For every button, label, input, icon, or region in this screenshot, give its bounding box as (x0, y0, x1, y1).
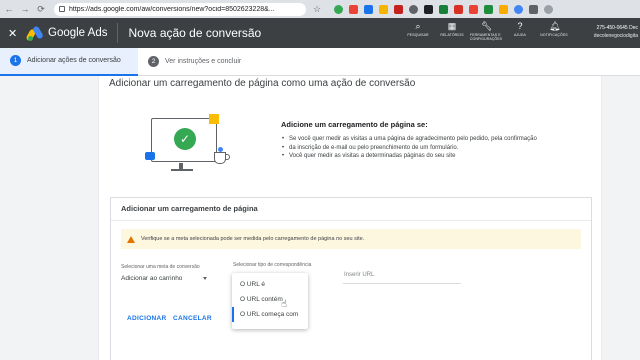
extension-icon[interactable] (439, 4, 448, 14)
help-icon: ? (517, 21, 523, 31)
cancel-button[interactable]: CANCELAR (173, 315, 212, 322)
help-tool[interactable]: ? AJUDA (508, 21, 532, 41)
extension-icon[interactable] (499, 4, 508, 14)
info-block: Adicione um carregamento de página se: S… (281, 120, 581, 161)
avatar[interactable] (544, 4, 553, 14)
account-switcher[interactable]: 275-450-0645 Dec decolenegociodigita (570, 25, 638, 39)
address-bar[interactable]: https://ads.google.com/aw/conversions/ne… (54, 2, 306, 16)
card-title: Adicionar um carregamento de página (121, 204, 258, 213)
step-number: 2 (148, 56, 159, 67)
match-type-label: Selecionar tipo de correspondência (233, 262, 312, 268)
divider (111, 220, 591, 221)
header-tools: ⌕ PESQUISAR ▦ RELATÓRIOS 🔧︎ FERRAMENTAS … (406, 21, 567, 41)
hand-cursor-icon: ☝︎ (281, 299, 288, 310)
extension-icon[interactable] (454, 4, 463, 14)
warning-icon (127, 235, 135, 243)
goal-label: Selecionar uma meta de conversão (121, 264, 200, 270)
monitor-icon: ✓ (151, 118, 217, 162)
account-email: decolenegociodigita (593, 33, 638, 39)
extension-icon[interactable] (379, 4, 388, 14)
browser-toolbar: ← → ⟳ https://ads.google.com/aw/conversi… (0, 0, 640, 18)
extension-icon[interactable] (349, 4, 358, 14)
account-id: 275-450-0645 Dec (596, 25, 638, 31)
warning-text: Verifique se a meta selecionada pode ser… (141, 236, 365, 242)
extension-icon[interactable] (409, 4, 418, 14)
lock-icon (59, 6, 65, 12)
extension-icon[interactable] (484, 4, 493, 14)
reports-icon: ▦ (447, 21, 457, 31)
chat-icon (145, 152, 155, 160)
arrow-right-icon[interactable]: → (20, 4, 30, 14)
search-tool[interactable]: ⌕ PESQUISAR (406, 21, 430, 41)
check-icon: ✓ (174, 128, 196, 150)
bell-icon: 🔔︎ (549, 21, 561, 31)
close-icon[interactable]: ✕ (8, 27, 26, 40)
page-load-illustration: ✓ (145, 114, 235, 204)
arrow-left-icon[interactable]: ← (4, 4, 14, 14)
extension-icon[interactable] (364, 4, 373, 14)
info-item: da inscrição de e-mail ou pelo preenchim… (281, 144, 581, 153)
step-label: Ver instruções e concluir (165, 58, 242, 65)
add-button[interactable]: ADICIONAR (127, 315, 167, 322)
wrench-icon: 🔧︎ (481, 21, 493, 31)
goal-value: Adicionar ao carrinho (121, 274, 183, 282)
app-name: Google Ads (48, 27, 108, 39)
bookmark-star-icon[interactable]: ☆ (312, 4, 322, 14)
page-load-card: Adicionar um carregamento de página Veri… (110, 197, 592, 360)
reports-tool[interactable]: ▦ RELATÓRIOS (440, 21, 464, 41)
reload-icon[interactable]: ⟳ (36, 4, 46, 14)
option-url-contains[interactable]: O URL contém (232, 292, 308, 307)
ads-header: ✕ Google Ads Nova ação de conversão ⌕ PE… (0, 18, 640, 48)
extension-icon[interactable] (514, 4, 523, 14)
extension-icons (334, 4, 553, 14)
step-label: Adicionar ações de conversão (27, 57, 121, 64)
sticky-note-icon (209, 114, 219, 124)
extension-icon[interactable] (394, 4, 403, 14)
extension-icon[interactable] (424, 4, 433, 14)
google-ads-logo-icon (25, 25, 44, 42)
step-instructions[interactable]: 2 Ver instruções e concluir (138, 48, 251, 76)
extension-icon[interactable] (469, 4, 478, 14)
divider (117, 23, 119, 43)
info-item: Você quer medir as visitas a determinada… (281, 152, 581, 161)
page-title: Nova ação de conversão (128, 26, 262, 40)
goal-select[interactable]: Adicionar ao carrinho (121, 272, 207, 284)
stepper: 1 Adicionar ações de conversão 2 Ver ins… (0, 47, 640, 76)
search-icon: ⌕ (415, 21, 421, 31)
info-title: Adicione um carregamento de página se: (281, 120, 428, 129)
extension-icon[interactable] (334, 4, 343, 14)
extension-icon[interactable] (529, 4, 538, 14)
section-heading: Adicionar um carregamento de página como… (109, 78, 416, 89)
tools-settings[interactable]: 🔧︎ FERRAMENTAS E CONFIGURAÇÕES (470, 21, 502, 41)
info-item: Se você quer medir as visitas a uma pági… (281, 135, 581, 144)
option-url-starts-with[interactable]: O URL começa com (232, 307, 308, 322)
url-text: https://ads.google.com/aw/conversions/ne… (69, 5, 275, 13)
info-list: Se você quer medir as visitas a uma pági… (281, 135, 581, 161)
warning-banner: Verifique se a meta selecionada pode ser… (121, 229, 581, 249)
notifications-tool[interactable]: 🔔︎ NOTIFICAÇÕES (540, 21, 567, 41)
option-url-equals[interactable]: O URL é (232, 277, 308, 292)
step-add-conversion[interactable]: 1 Adicionar ações de conversão (0, 47, 138, 76)
step-number: 1 (10, 55, 21, 66)
caret-down-icon (203, 276, 207, 280)
url-placeholder: Inserir URL (344, 272, 375, 278)
match-type-dropdown[interactable]: O URL é O URL contém O URL começa com (232, 273, 308, 329)
